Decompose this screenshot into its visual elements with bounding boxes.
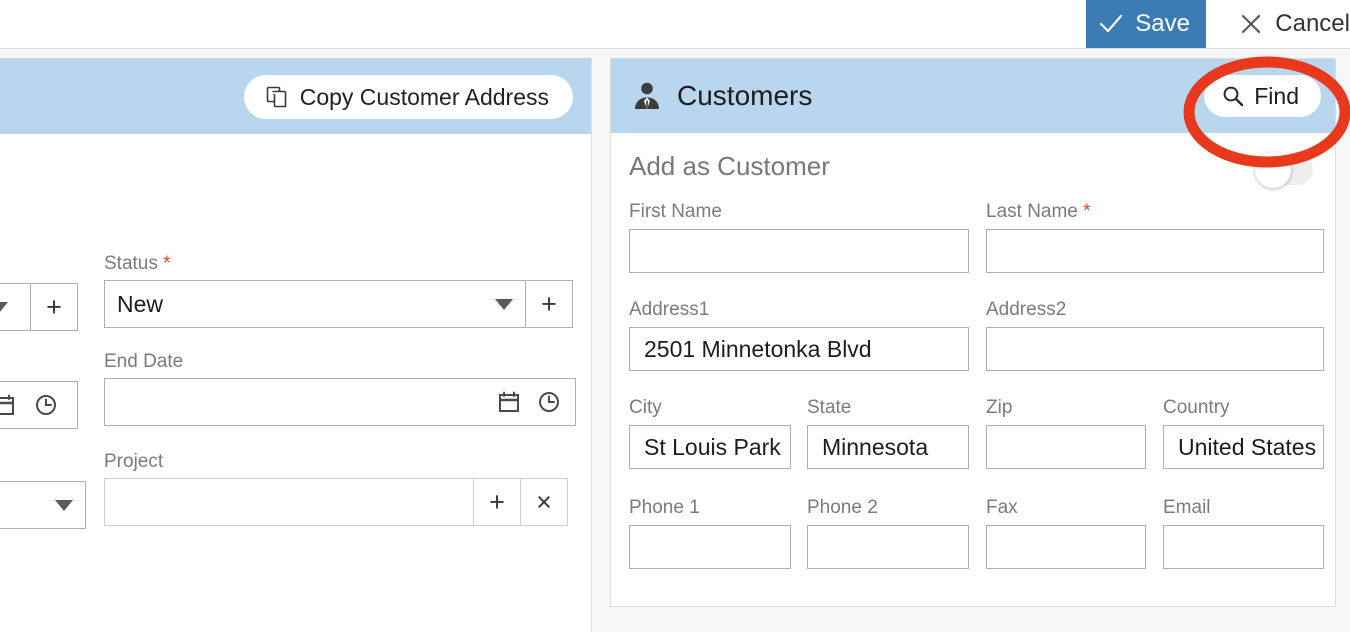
project-add-label: + bbox=[489, 486, 505, 517]
field-phone-1-label: Phone 1 bbox=[629, 497, 700, 518]
clock-icon[interactable] bbox=[537, 390, 561, 414]
customers-panel-title: Customers bbox=[677, 80, 813, 111]
left-panel-header: Copy Customer Address bbox=[0, 58, 591, 134]
field-address1: Address1 2501 Minnetonka Blvd bbox=[629, 299, 969, 371]
field-project-label: Project bbox=[104, 451, 164, 472]
field-state: State Minnesota bbox=[807, 397, 969, 469]
field-status-label: Status * bbox=[104, 253, 574, 275]
copy-customer-address-button[interactable]: Copy Customer Address bbox=[243, 75, 573, 119]
clipped-dropdown-caret-button[interactable] bbox=[0, 283, 31, 331]
clipped-add-button[interactable]: + bbox=[30, 283, 78, 331]
field-email: Email bbox=[1163, 497, 1324, 569]
left-form-panel: Copy Customer Address + Status * New + E… bbox=[0, 58, 592, 632]
check-icon bbox=[1098, 11, 1124, 37]
zip-input[interactable] bbox=[986, 425, 1146, 469]
toggle-knob bbox=[1255, 152, 1291, 188]
clipped-add-label: + bbox=[46, 291, 62, 322]
person-icon bbox=[631, 80, 663, 112]
email-input[interactable] bbox=[1163, 525, 1324, 569]
field-status-label-text: Status bbox=[104, 253, 158, 274]
field-first-name-label: First Name bbox=[629, 201, 722, 222]
field-phone-2: Phone 2 bbox=[807, 497, 969, 569]
field-country: Country United States bbox=[1163, 397, 1324, 469]
app-root: Save Cancel Copy Customer Address + Stat… bbox=[0, 0, 1350, 632]
field-last-name-required-marker: * bbox=[1083, 201, 1091, 222]
city-value: St Louis Park bbox=[644, 433, 781, 460]
customers-panel-header: Customers Find bbox=[611, 59, 1335, 133]
state-input[interactable]: Minnesota bbox=[807, 425, 969, 469]
field-city-label: City bbox=[629, 397, 662, 418]
field-status-required-marker: * bbox=[163, 253, 171, 274]
end-date-input[interactable] bbox=[104, 378, 576, 426]
project-add-button[interactable]: + bbox=[473, 478, 521, 526]
phone-2-input[interactable] bbox=[807, 525, 969, 569]
field-fax: Fax bbox=[986, 497, 1146, 569]
address1-input[interactable]: 2501 Minnetonka Blvd bbox=[629, 327, 969, 371]
field-address2-label: Address2 bbox=[986, 299, 1067, 320]
save-button-label: Save bbox=[1135, 10, 1190, 37]
fax-input[interactable] bbox=[986, 525, 1146, 569]
clipped-dropdown-row: + bbox=[0, 283, 78, 331]
field-end-date: End Date bbox=[104, 351, 576, 426]
status-add-label: + bbox=[541, 288, 557, 319]
clipped-datetime-input[interactable] bbox=[0, 381, 78, 429]
top-action-bar: Save Cancel bbox=[0, 0, 1350, 49]
field-status: Status * New + bbox=[104, 253, 574, 328]
city-input[interactable]: St Louis Park bbox=[629, 425, 791, 469]
status-select[interactable]: New bbox=[104, 280, 526, 328]
add-as-customer-toggle[interactable] bbox=[1255, 152, 1313, 188]
find-button-label: Find bbox=[1254, 82, 1299, 109]
chevron-down-icon bbox=[0, 301, 8, 313]
country-value: United States bbox=[1178, 433, 1317, 460]
state-value: Minnesota bbox=[822, 433, 929, 460]
chevron-down-icon bbox=[55, 499, 73, 511]
chevron-down-icon bbox=[495, 298, 513, 310]
field-zip: Zip bbox=[986, 397, 1146, 469]
status-select-value: New bbox=[117, 290, 164, 317]
save-button[interactable]: Save bbox=[1086, 0, 1206, 48]
project-clear-label: × bbox=[536, 486, 552, 517]
first-name-input[interactable] bbox=[629, 229, 969, 273]
field-last-name-label: Last Name * bbox=[986, 201, 1324, 223]
field-last-name-label-text: Last Name bbox=[986, 201, 1078, 222]
field-city: City St Louis Park bbox=[629, 397, 791, 469]
clipped-lookup-row bbox=[0, 481, 86, 529]
field-end-date-label: End Date bbox=[104, 351, 184, 372]
field-address1-label: Address1 bbox=[629, 299, 710, 320]
clipped-datetime-row bbox=[0, 381, 78, 429]
field-email-label: Email bbox=[1163, 497, 1211, 518]
field-first-name: First Name bbox=[629, 201, 969, 273]
field-country-label: Country bbox=[1163, 397, 1230, 418]
close-icon bbox=[1238, 11, 1264, 37]
phone-1-input[interactable] bbox=[629, 525, 791, 569]
status-add-button[interactable]: + bbox=[525, 280, 573, 328]
cancel-button-label: Cancel bbox=[1275, 10, 1350, 37]
field-project: Project + × bbox=[104, 451, 576, 526]
copy-icon bbox=[266, 86, 288, 108]
find-button[interactable]: Find bbox=[1204, 75, 1321, 117]
project-input[interactable] bbox=[104, 478, 474, 526]
cancel-button[interactable]: Cancel bbox=[1224, 0, 1350, 48]
address1-value: 2501 Minnetonka Blvd bbox=[644, 335, 872, 362]
add-as-customer-heading: Add as Customer bbox=[629, 151, 830, 181]
customers-panel: Customers Find Add as Customer First Nam… bbox=[610, 58, 1336, 607]
calendar-icon[interactable] bbox=[0, 393, 16, 417]
field-state-label: State bbox=[807, 397, 852, 418]
calendar-icon[interactable] bbox=[497, 390, 521, 414]
field-phone-1: Phone 1 bbox=[629, 497, 791, 569]
field-fax-label: Fax bbox=[986, 497, 1018, 518]
field-last-name: Last Name * bbox=[986, 201, 1324, 273]
address2-input[interactable] bbox=[986, 327, 1324, 371]
project-clear-button[interactable]: × bbox=[520, 478, 568, 526]
field-zip-label: Zip bbox=[986, 397, 1013, 418]
clock-icon[interactable] bbox=[34, 393, 58, 417]
copy-customer-address-label: Copy Customer Address bbox=[299, 83, 549, 110]
country-input[interactable]: United States bbox=[1163, 425, 1324, 469]
last-name-input[interactable] bbox=[986, 229, 1324, 273]
clipped-lookup-select[interactable] bbox=[0, 481, 86, 529]
field-address2: Address2 bbox=[986, 299, 1324, 371]
field-phone-2-label: Phone 2 bbox=[807, 497, 878, 518]
search-icon bbox=[1222, 85, 1244, 107]
